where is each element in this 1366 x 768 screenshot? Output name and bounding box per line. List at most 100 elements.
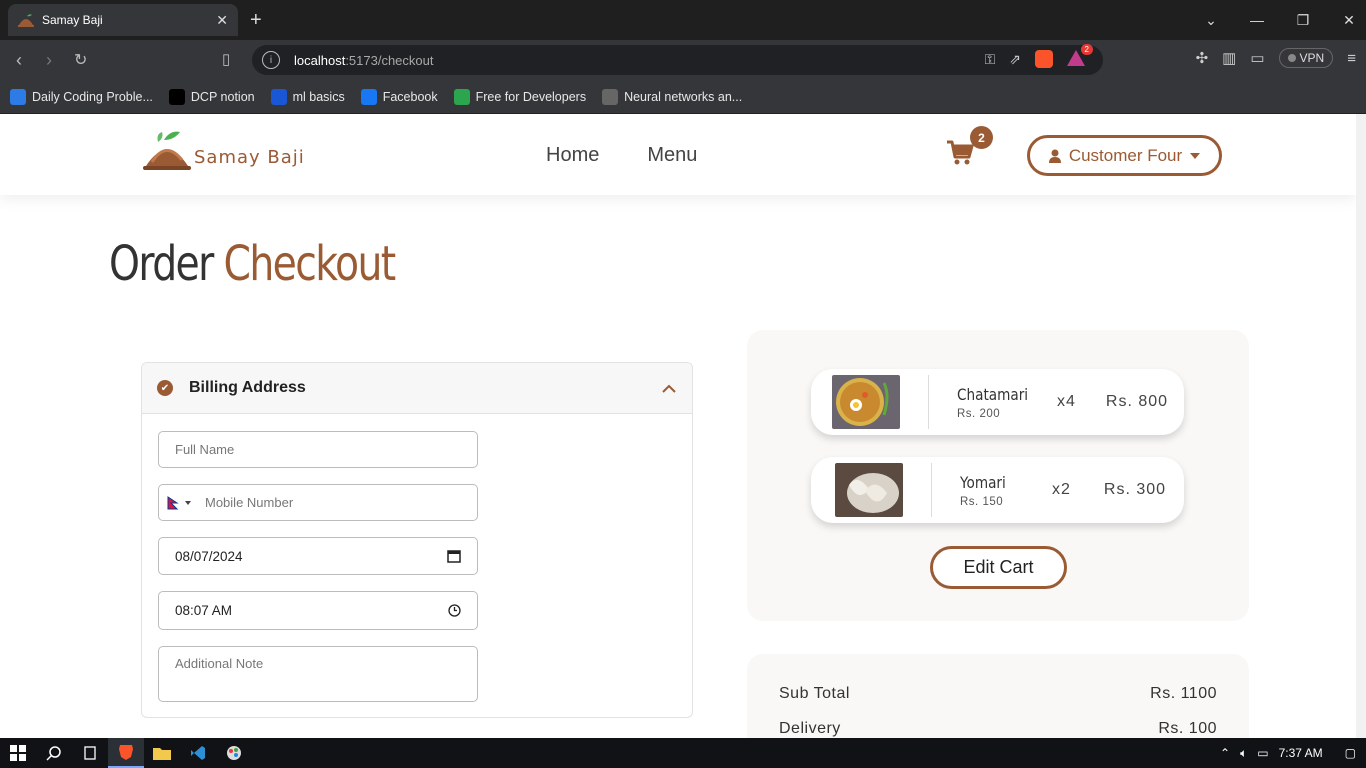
bookmark-favicon-icon [270,88,287,105]
calendar-icon[interactable] [447,549,461,563]
bookmark-item[interactable]: DCP notion [168,88,255,105]
restore-icon[interactable]: ❐ [1280,12,1326,29]
billing-accordion-header[interactable]: ✔ Billing Address [142,363,692,414]
time-value: 08:07 AM [175,603,233,618]
user-icon [1048,149,1061,163]
yomari-image [835,463,903,517]
volume-icon[interactable]: 🔈︎ [1240,746,1247,761]
wallet-icon[interactable]: ▭ [1250,49,1264,67]
nav-menu[interactable]: Menu [647,144,697,167]
time-field[interactable]: 08:07 AM [158,591,478,630]
user-name: Customer Four [1068,145,1183,165]
site-logo[interactable]: Samay Baji [142,130,305,172]
browser-tab-bar: Samay Baji ✕ + ⌄ — ❐ ✕ [0,0,1366,40]
new-tab-button[interactable]: + [250,8,262,32]
edit-cart-button[interactable]: Edit Cart [930,546,1067,589]
share-icon[interactable]: ⇗ [1009,51,1021,68]
key-icon[interactable]: ⚿ [985,51,996,68]
tray-chevron-icon[interactable]: ⌃ [1220,746,1230,760]
subtotal-label: Sub Total [779,685,850,702]
bookmark-item[interactable]: Facebook [360,88,438,105]
clock-icon[interactable] [448,604,461,617]
back-icon[interactable]: ‹ [16,50,22,71]
subtotal-row: Sub Total Rs. 1100 [779,685,1217,703]
caret-down-icon [1190,152,1201,159]
bookmark-favicon-icon [360,88,377,105]
user-menu-button[interactable]: Customer Four [1027,135,1222,176]
bookmark-icon[interactable]: ▯ [222,50,230,68]
brave-shields-icon[interactable] [1035,50,1053,68]
search-icon[interactable] [36,738,72,768]
web-page: Samay Baji Home Menu 2 Customer Four Ord… [0,114,1356,738]
bookmark-label: Free for Developers [475,89,587,104]
bookmark-favicon-icon [10,88,26,105]
chevron-up-icon[interactable] [662,384,676,393]
menu-icon[interactable]: ≡ [1347,50,1356,67]
minimize-icon[interactable]: — [1234,12,1280,28]
main-nav: Home Menu [546,144,697,167]
address-bar[interactable]: i localhost:5173/checkout ⚿ ⇗ 2 [252,44,1103,75]
tab-search-icon[interactable]: ⌄ [1188,12,1234,29]
bookmark-item[interactable]: Neural networks an... [602,88,743,105]
vpn-button[interactable]: VPN [1278,48,1334,68]
brave-rewards-icon[interactable]: 2 [1067,44,1093,68]
date-field[interactable]: 08/07/2024 [158,537,478,575]
browser-tab[interactable]: Samay Baji ✕ [8,4,238,36]
item-divider [928,375,929,429]
bookmark-label: DCP notion [190,89,255,104]
country-select[interactable] [167,495,191,510]
reload-icon[interactable]: ↻ [74,50,87,70]
item-name: Yomari [960,472,1006,492]
full-name-field[interactable]: Full Name [158,431,478,468]
forward-icon[interactable]: › [46,50,52,71]
task-view-icon[interactable] [72,738,108,768]
windows-taskbar: ⌃ 🔈︎ ▭ 7:37 AM ▢ [0,738,1366,768]
nav-home[interactable]: Home [546,144,599,167]
cart-icon[interactable] [946,140,974,171]
site-header: Samay Baji Home Menu 2 Customer Four [0,114,1356,195]
cart-item: Yomari Rs. 150 x2 Rs. 300 [811,457,1184,523]
paint-app-icon[interactable] [216,738,252,768]
sidebar-icon[interactable]: ▥ [1222,49,1236,67]
item-total: Rs. 300 [1103,481,1167,498]
bookmark-item[interactable]: Free for Developers [453,88,587,105]
additional-note-field[interactable]: Additional Note [158,646,478,702]
item-quantity: x4 [1057,393,1076,410]
close-tab-icon[interactable]: ✕ [216,12,228,29]
bookmark-label: Neural networks an... [624,89,743,104]
vscode-icon[interactable] [180,738,216,768]
clock-time[interactable]: 7:37 AM [1279,746,1323,760]
bookmark-label: ml basics [292,89,345,104]
bookmark-label: Daily Coding Proble... [32,89,153,104]
system-tray: ⌃ 🔈︎ ▭ 7:37 AM ▢ [1220,738,1356,768]
close-window-icon[interactable]: ✕ [1326,12,1366,29]
tab-title: Samay Baji [42,13,103,27]
bookmark-item[interactable]: ml basics [270,88,345,105]
windows-start-icon[interactable] [0,738,36,768]
bookmark-favicon-icon [602,88,619,105]
mobile-field[interactable]: Mobile Number [158,484,478,521]
order-summary: Sub Total Rs. 1100 Delivery Rs. 100 [747,654,1249,738]
delivery-row: Delivery Rs. 100 [779,720,1217,738]
billing-accordion: ✔ Billing Address Full Name Mobile Numbe… [141,362,693,718]
site-info-icon[interactable]: i [262,51,280,69]
brave-browser-icon[interactable] [108,738,144,768]
network-icon[interactable]: ▭ [1257,746,1268,760]
page-title: Order Checkout [109,236,396,292]
site-favicon-icon [18,12,34,28]
cart-count-badge: 2 [970,126,993,149]
file-explorer-icon[interactable] [144,738,180,768]
bookmark-label: Facebook [382,89,438,104]
nepal-flag-icon [167,495,179,509]
notifications-icon[interactable]: ▢ [1345,746,1356,760]
logo-text: Samay Baji [194,147,305,168]
item-unit-price: Rs. 150 [960,495,1004,508]
extensions-icon[interactable]: ✣ [1196,49,1209,67]
subtotal-value: Rs. 1100 [1150,685,1217,702]
caret-down-icon [185,500,191,505]
page-scrollbar[interactable] [1356,114,1366,738]
bookmark-item[interactable]: Daily Coding Proble... [10,88,153,105]
bookmark-favicon-icon [168,88,185,105]
url-host: localhost [294,52,346,68]
item-quantity: x2 [1052,481,1071,498]
